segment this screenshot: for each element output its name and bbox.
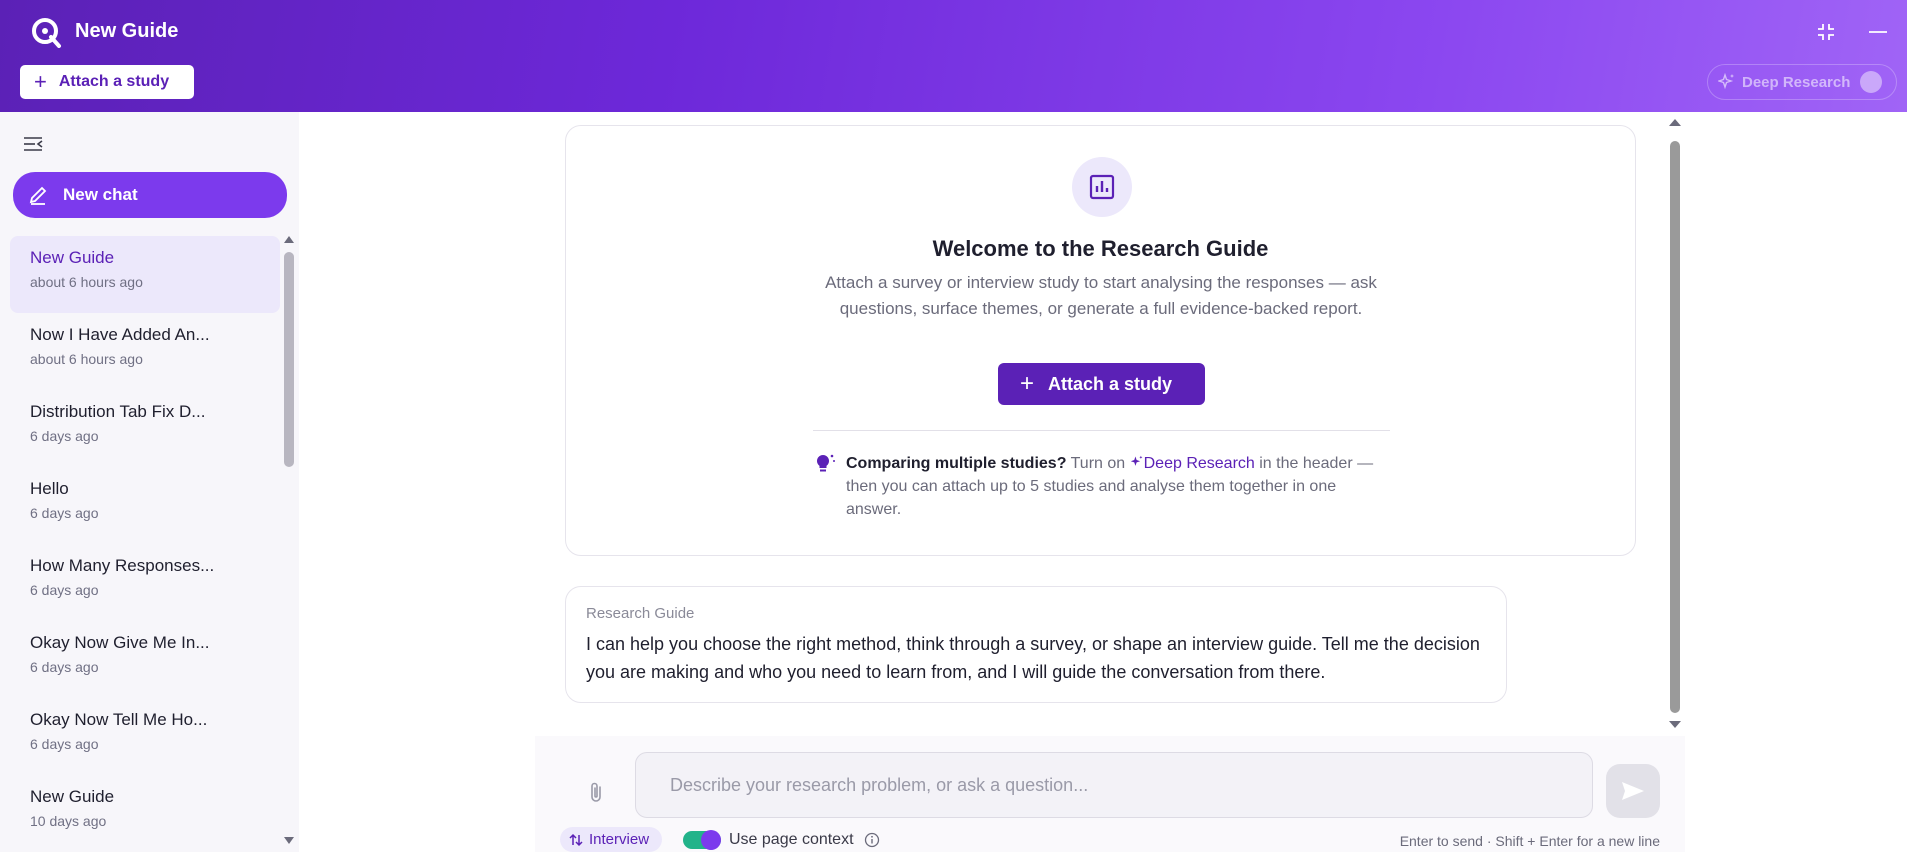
send-icon bbox=[1622, 782, 1644, 800]
sidebar: New chat New Guide about 6 hours ago Now… bbox=[0, 112, 299, 852]
sidebar-scroll-down-arrow[interactable] bbox=[283, 836, 295, 846]
new-chat-label: New chat bbox=[63, 185, 138, 204]
chart-icon bbox=[1089, 174, 1115, 200]
welcome-title: Welcome to the Research Guide bbox=[932, 236, 1269, 261]
toggle-knob bbox=[701, 830, 721, 850]
keyboard-hint: Enter to send · Shift + Enter for a new … bbox=[1399, 833, 1660, 849]
chat-timestamp: about 6 hours ago bbox=[30, 274, 143, 290]
plus-icon: + bbox=[1020, 370, 1035, 397]
edit-icon bbox=[29, 186, 47, 205]
chat-history-item[interactable]: Okay Now Tell Me Ho... 6 days ago bbox=[10, 698, 280, 775]
main-scroll-down-arrow[interactable] bbox=[1668, 720, 1682, 730]
assistant-message: Research Guide I can help you choose the… bbox=[565, 586, 1507, 703]
tip-pre: Turn on bbox=[1070, 455, 1126, 472]
chat-history-item[interactable]: New Guide about 6 hours ago bbox=[10, 236, 280, 313]
interview-mode-chip[interactable]: Interview bbox=[560, 827, 662, 852]
divider bbox=[813, 430, 1390, 431]
exit-fullscreen-button[interactable] bbox=[1814, 20, 1838, 44]
page-context-label: Use page context bbox=[729, 831, 854, 848]
welcome-description: Attach a survey or interview study to st… bbox=[825, 273, 1377, 318]
welcome-icon-badge bbox=[1072, 157, 1132, 217]
header-attach-label: Attach a study bbox=[58, 73, 170, 90]
minimize-button[interactable] bbox=[1866, 20, 1890, 44]
minimize-window-icon bbox=[1869, 31, 1887, 33]
paperclip-icon[interactable] bbox=[585, 780, 607, 806]
attach-study-button[interactable]: + Attach a study bbox=[998, 363, 1205, 405]
tip-deep-research-link[interactable]: Deep Research bbox=[1130, 455, 1255, 472]
mode-label: Interview bbox=[589, 831, 650, 848]
input-placeholder: Describe your research problem, or ask a… bbox=[670, 774, 1089, 795]
chat-history-item[interactable]: Distribution Tab Fix D... 6 days ago bbox=[10, 390, 280, 467]
deep-research-switch[interactable] bbox=[1860, 71, 1883, 93]
send-button[interactable] bbox=[1606, 764, 1660, 818]
sidebar-scrollbar-thumb[interactable] bbox=[284, 252, 294, 467]
chat-title: How Many Responses... bbox=[30, 556, 215, 575]
chat-title: New Guide bbox=[30, 787, 115, 806]
tip-strong: Comparing multiple studies? bbox=[846, 455, 1067, 472]
chat-title: Distribution Tab Fix D... bbox=[30, 402, 206, 421]
attach-study-label: Attach a study bbox=[1048, 373, 1173, 394]
plus-icon: + bbox=[34, 69, 47, 94]
chat-timestamp: 6 days ago bbox=[30, 505, 99, 521]
chat-history-list: New Guide about 6 hours ago Now I Have A… bbox=[10, 236, 280, 852]
sparkle-icon bbox=[1718, 73, 1734, 90]
info-icon[interactable] bbox=[864, 832, 880, 848]
chat-timestamp: 10 days ago bbox=[30, 813, 107, 829]
chat-history-item[interactable]: Hello 6 days ago bbox=[10, 467, 280, 544]
sidebar-scroll-up-arrow[interactable] bbox=[283, 234, 295, 244]
message-composer: Describe your research problem, or ask a… bbox=[535, 736, 1685, 852]
message-text: I can help you choose the right method, … bbox=[586, 634, 1480, 682]
app-header: New Guide + Attach a study Deep Research bbox=[0, 0, 1907, 112]
tip-text: Comparing multiple studies? Turn on Deep… bbox=[846, 452, 1386, 521]
exit-fullscreen-icon bbox=[1818, 24, 1834, 40]
chat-title: Now I Have Added An... bbox=[30, 325, 210, 344]
collapse-sidebar-icon[interactable] bbox=[22, 133, 44, 155]
page-context-toggle[interactable] bbox=[683, 830, 721, 850]
chat-timestamp: 6 days ago bbox=[30, 582, 99, 598]
deep-research-toggle[interactable]: Deep Research bbox=[1707, 64, 1897, 100]
message-sender: Research Guide bbox=[586, 605, 695, 622]
app-title: New Guide bbox=[75, 20, 179, 42]
deep-research-label: Deep Research bbox=[1742, 73, 1851, 91]
chat-title: Okay Now Tell Me Ho... bbox=[30, 710, 208, 729]
message-input[interactable]: Describe your research problem, or ask a… bbox=[635, 752, 1593, 818]
chat-history-item[interactable]: New Guide 10 days ago bbox=[10, 775, 280, 852]
main-scroll-up-arrow[interactable] bbox=[1668, 117, 1682, 127]
welcome-card: Welcome to the Research Guide Attach a s… bbox=[565, 125, 1636, 556]
chat-timestamp: 6 days ago bbox=[30, 428, 99, 444]
tip-deep-label: Deep Research bbox=[1143, 455, 1255, 472]
app-logo-icon bbox=[32, 18, 61, 48]
chat-timestamp: 6 days ago bbox=[30, 659, 99, 675]
chat-timestamp: about 6 hours ago bbox=[30, 351, 143, 367]
swap-icon bbox=[569, 833, 583, 846]
main-scrollbar-thumb[interactable] bbox=[1670, 141, 1680, 713]
sparkle-icon bbox=[1130, 455, 1143, 466]
chat-title: Okay Now Give Me In... bbox=[30, 633, 210, 652]
chat-title: Hello bbox=[30, 479, 69, 498]
chat-title: New Guide bbox=[30, 248, 115, 267]
chat-history-item[interactable]: Okay Now Give Me In... 6 days ago bbox=[10, 621, 280, 698]
chat-history-item[interactable]: How Many Responses... 6 days ago bbox=[10, 544, 280, 621]
chat-history-item[interactable]: Now I Have Added An... about 6 hours ago bbox=[10, 313, 280, 390]
new-chat-button[interactable]: New chat bbox=[13, 172, 287, 218]
lightbulb-icon bbox=[816, 454, 835, 472]
header-attach-study-button[interactable]: + Attach a study bbox=[20, 65, 194, 99]
chat-timestamp: 6 days ago bbox=[30, 736, 99, 752]
